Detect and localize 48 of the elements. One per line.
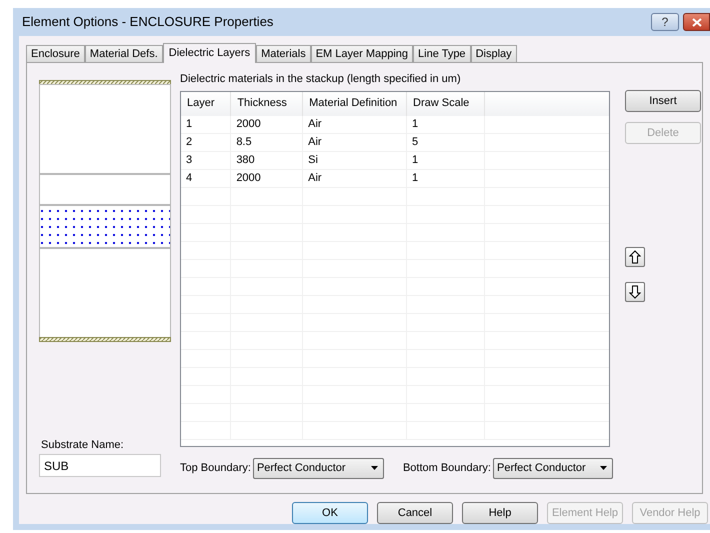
caret-icon (600, 466, 607, 470)
boundary-dropdown[interactable]: Perfect Conductor (493, 458, 613, 478)
tab[interactable]: Dielectric Layers (162, 43, 256, 63)
table-cell: 2000 (230, 170, 303, 188)
close-icon (692, 18, 702, 26)
column-header[interactable]: Layer (181, 92, 231, 116)
table-caption: Dielectric materials in the stackup (length specified in um) (180, 72, 462, 87)
table-cell: 3 (181, 152, 231, 170)
help-button[interactable]: ? (651, 13, 679, 31)
tab[interactable]: Enclosure (26, 45, 85, 62)
column-header[interactable]: Thickness (230, 92, 303, 116)
table-cell: Si (302, 152, 407, 170)
tab[interactable]: Material Defs. (84, 45, 163, 62)
window-title: Element Options - ENCLOSURE Properties (22, 13, 274, 32)
table-cell: 1 (181, 116, 231, 134)
table-cell: 380 (230, 152, 303, 170)
substrate-name-label: Substrate Name: (41, 438, 125, 452)
boundary-label: Top Boundary: (180, 460, 251, 476)
tab[interactable]: Line Type (413, 45, 471, 62)
boundary-dropdown[interactable]: Perfect Conductor (252, 458, 384, 478)
caret-icon (370, 466, 378, 470)
tab[interactable]: Materials (256, 45, 311, 62)
arrow-up-icon (629, 250, 641, 264)
arrow-down-icon (629, 285, 641, 299)
tab[interactable]: EM Layer Mapping (310, 45, 414, 62)
table-cell: 1 (406, 152, 484, 170)
boundary-label: Bottom Boundary: (402, 460, 491, 476)
table-cell: 1 (406, 116, 484, 134)
move-up-button[interactable] (625, 247, 645, 267)
dialog-button[interactable]: OK (292, 502, 368, 524)
move-down-button[interactable] (625, 282, 645, 302)
table-cell: Air (302, 170, 407, 188)
tab[interactable]: Display (470, 45, 517, 62)
table-cell: 8.5 (230, 134, 303, 152)
table-cell: 2 (181, 134, 231, 152)
column-header[interactable]: Draw Scale (406, 92, 484, 116)
substrate-name-field[interactable]: SUB (39, 454, 161, 477)
side-button[interactable]: Insert (625, 90, 701, 112)
table-cell: 1 (406, 170, 484, 188)
column-header[interactable]: Material Definition (302, 92, 407, 116)
table-cell: 4 (181, 170, 231, 188)
table-cell: 2000 (230, 116, 303, 134)
table-cell: Air (302, 134, 407, 152)
table-cell: Air (302, 116, 407, 134)
dialog-button[interactable]: Help (462, 502, 538, 524)
dialog-button[interactable]: Cancel (377, 502, 453, 524)
table-cell: 5 (406, 134, 484, 152)
close-button[interactable] (683, 13, 710, 31)
